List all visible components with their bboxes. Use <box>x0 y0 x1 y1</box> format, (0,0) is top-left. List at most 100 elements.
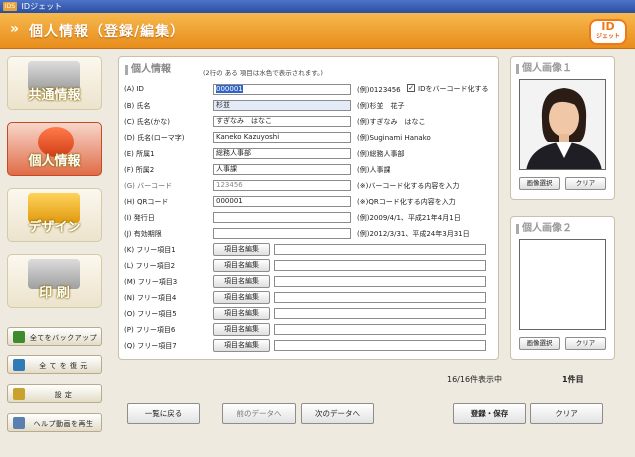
free-item3-input[interactable] <box>274 276 486 287</box>
logo-text-top: ID <box>601 20 615 33</box>
department1-label: (E) 所属1 <box>124 150 155 158</box>
qrcode-example: (※)QRコード化する内容を入力 <box>357 198 456 206</box>
id-label: (A) ID <box>124 85 144 93</box>
name-romaji-input[interactable]: Kaneko Kazuyoshi <box>213 132 351 143</box>
edit-item-name-button[interactable]: 項目名編集 <box>213 323 270 336</box>
id-input[interactable]: 000001 <box>213 84 351 95</box>
department2-input[interactable]: 人事課 <box>213 164 351 175</box>
name-romaji-example: (例)Suginami Hanako <box>357 134 431 142</box>
form-title: 個人情報 <box>125 65 171 75</box>
person-photo-icon <box>520 80 605 169</box>
edit-item-name-button[interactable]: 項目名編集 <box>213 243 270 256</box>
photo-panel-2: 個人画像２ 画像選択 クリア <box>510 216 615 360</box>
settings-button[interactable]: 設 定 <box>7 384 102 403</box>
free-item4-label: (N) フリー項目4 <box>124 294 177 302</box>
free-item6-label: (P) フリー項目6 <box>124 326 176 334</box>
name-example: (例)杉並 花子 <box>357 102 405 110</box>
clear-button[interactable]: クリア <box>530 403 603 424</box>
expiry-date-example: (例)2012/3/31、平成24年3月31日 <box>357 230 470 238</box>
edit-item-name-button[interactable]: 項目名編集 <box>213 259 270 272</box>
qrcode-label: (H) QRコード <box>124 198 169 206</box>
id-value: 000001 <box>216 85 243 93</box>
prev-record-button[interactable]: 前のデータへ <box>222 403 296 424</box>
issue-date-example: (例)2009/4/1、平成21年4月1日 <box>357 214 461 222</box>
photo1-select-button[interactable]: 画像選択 <box>519 177 560 190</box>
window-titlebar: IDS IDジェット <box>0 0 635 13</box>
nav-label: デザイン <box>28 220 81 235</box>
free-item2-label: (L) フリー項目2 <box>124 262 176 270</box>
edit-item-name-button[interactable]: 項目名編集 <box>213 307 270 320</box>
department2-example: (例)人事課 <box>357 166 391 174</box>
nav-label: 印 刷 <box>39 286 70 301</box>
next-record-button[interactable]: 次のデータへ <box>301 403 374 424</box>
nav-personal-info-button[interactable]: 個人情報 <box>7 122 102 176</box>
page-title: 個人情報（登録/編集） <box>29 24 186 40</box>
free-item4-input[interactable] <box>274 292 486 303</box>
current-record: 1件目 <box>562 375 584 384</box>
edit-item-name-button[interactable]: 項目名編集 <box>213 291 270 304</box>
tools-icon <box>13 388 25 400</box>
help-video-label: ヘルプ動画を再生 <box>33 420 94 428</box>
department2-label: (F) 所属2 <box>124 166 155 174</box>
name-romaji-label: (D) 氏名(ローマ字) <box>124 134 185 142</box>
free-item7-input[interactable] <box>274 340 486 351</box>
barcode-checkbox[interactable]: ✓ <box>407 84 415 92</box>
page-header: » 個人情報（登録/編集） ID ジェット <box>0 13 635 49</box>
name-kana-input[interactable]: すぎなみ はなこ <box>213 116 351 127</box>
free-item2-input[interactable] <box>274 260 486 271</box>
photo2-select-button[interactable]: 画像選択 <box>519 337 560 350</box>
photo1-title: 個人画像１ <box>516 64 572 74</box>
name-label: (B) 氏名 <box>124 102 151 110</box>
nav-label: 共通情報 <box>28 88 81 103</box>
qrcode-input[interactable]: 000001 <box>213 196 351 207</box>
restore-all-label: 全 て を 復 元 <box>39 362 88 370</box>
chevron-right-icon: » <box>10 21 20 37</box>
expiry-date-input[interactable] <box>213 228 351 239</box>
photo2-image[interactable] <box>519 239 606 330</box>
photo2-title: 個人画像２ <box>516 224 572 234</box>
logo-text-bottom: ジェット <box>595 33 620 40</box>
barcode-example: (※)バーコード化する内容を入力 <box>357 182 460 190</box>
backup-all-label: 全てをバックアップ <box>29 334 98 342</box>
expiry-date-label: (J) 有効期限 <box>124 230 162 238</box>
nav-print-button[interactable]: 印 刷 <box>7 254 102 308</box>
barcode-input[interactable]: 123456 <box>213 180 351 191</box>
free-item6-input[interactable] <box>274 324 486 335</box>
free-item5-label: (O) フリー項目5 <box>124 310 177 318</box>
back-to-list-button[interactable]: 一覧に戻る <box>127 403 200 424</box>
edit-item-name-button[interactable]: 項目名編集 <box>213 339 270 352</box>
photo1-image[interactable] <box>519 79 606 170</box>
barcode-checkbox-label: IDをバーコード化する <box>418 85 489 93</box>
nav-label: 個人情報 <box>28 154 81 169</box>
department1-example: (例)総務人事部 <box>357 150 405 158</box>
issue-date-label: (I) 発行日 <box>124 214 155 222</box>
name-input[interactable]: 杉並 <box>213 100 351 111</box>
nav-design-button[interactable]: デザイン <box>7 188 102 242</box>
form-note: (2行の ある 項目は水色で表示されます。) <box>203 69 323 77</box>
issue-date-input[interactable] <box>213 212 351 223</box>
backup-all-button[interactable]: 全てをバックアップ <box>7 327 102 346</box>
free-item1-input[interactable] <box>274 244 486 255</box>
department1-input[interactable]: 総務人事部 <box>213 148 351 159</box>
save-button[interactable]: 登録・保存 <box>453 403 526 424</box>
help-video-button[interactable]: ヘルプ動画を再生 <box>7 413 102 432</box>
edit-item-name-button[interactable]: 項目名編集 <box>213 275 270 288</box>
app-logo: ID ジェット <box>589 19 627 45</box>
nav-common-info-button[interactable]: 共通情報 <box>7 56 102 110</box>
free-item5-input[interactable] <box>274 308 486 319</box>
name-kana-label: (C) 氏名(かな) <box>124 118 171 126</box>
restore-all-button[interactable]: 全 て を 復 元 <box>7 355 102 374</box>
free-item1-label: (K) フリー項目1 <box>124 246 176 254</box>
photo1-clear-button[interactable]: クリア <box>565 177 606 190</box>
photo2-clear-button[interactable]: クリア <box>565 337 606 350</box>
upload-arrow-icon <box>13 331 25 343</box>
barcode-label: (G) バーコード <box>124 182 173 190</box>
record-count: 16/16件表示中 <box>447 375 503 384</box>
name-kana-example: (例)すぎなみ はなこ <box>357 118 426 126</box>
app-icon: IDS <box>3 2 17 11</box>
free-item7-label: (Q) フリー項目7 <box>124 342 177 350</box>
personal-info-form: 個人情報 (2行の ある 項目は水色で表示されます。) (A) ID 00000… <box>118 56 499 360</box>
monitor-icon <box>13 417 25 429</box>
free-item3-label: (M) フリー項目3 <box>124 278 178 286</box>
settings-label: 設 定 <box>54 391 73 399</box>
